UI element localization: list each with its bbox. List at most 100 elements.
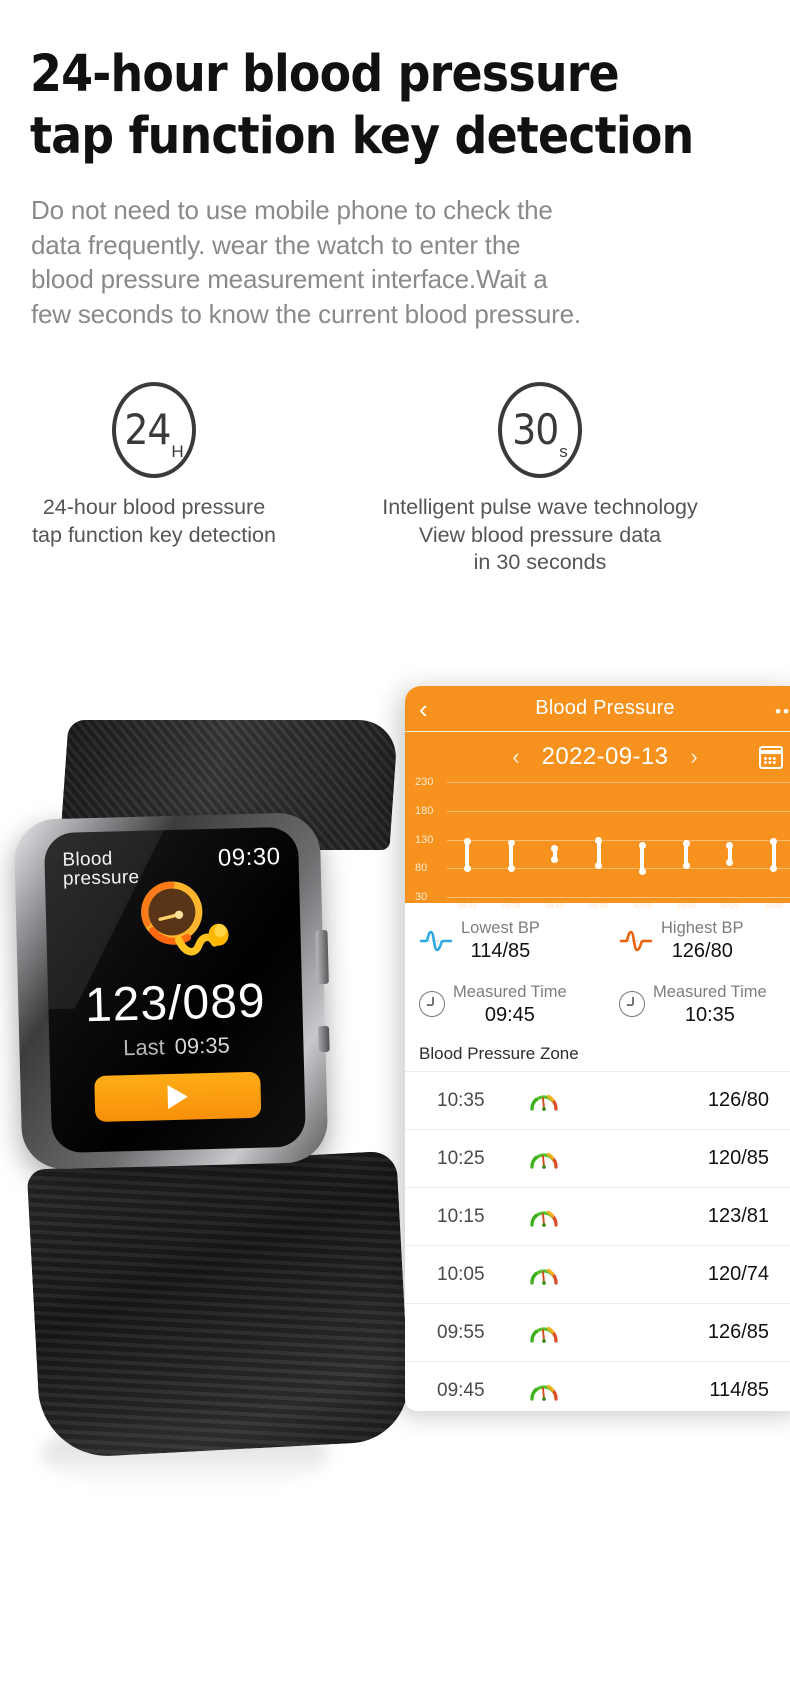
chart-bar[interactable] [638,841,646,876]
smartwatch-photo: Blood pressure 09:30 123/089 Last 09:35 [0,720,420,1490]
watch-reflection [40,1420,330,1490]
chart-x-tick-label: 09:25 [458,901,477,910]
bp-zone-time: 09:55 [437,1321,485,1343]
summary-value: 126/80 [671,940,733,963]
chart-bar[interactable] [551,845,559,863]
chart-x-tick-label: 10:35 [764,901,783,910]
selected-date: 2022-09-13 [541,743,669,770]
page-description: Do not need to use mobile phone to check… [31,193,731,331]
bp-zone-row[interactable]: 09:55 126/85 [405,1304,790,1363]
chart-bar[interactable] [682,840,690,869]
watch-screen-label: Blood pressure [62,848,139,890]
chart-bar[interactable] [770,838,778,873]
page-description-line-2: data frequently. wear the watch to enter… [31,229,521,260]
badge-number: 24 [124,405,171,454]
bp-zone-time: 10:25 [437,1147,485,1169]
chart-bar[interactable] [726,841,734,867]
feature-badges: 24 H 24-hour blood pressure tap function… [0,382,790,582]
chart-x-tick-label: 10:15 [676,901,696,910]
calendar-icon[interactable] [759,746,783,769]
bp-summary: Lowest BP 114/85 Highest BP 126/80 Measu… [405,903,790,1038]
bp-zone-value: 114/85 [709,1379,769,1402]
chart-bar[interactable] [595,837,603,869]
summary-cell-measured-time-highest: Measured Time 10:35 [605,973,790,1037]
chart-y-tick-label: 130 [415,833,434,846]
bp-gauge-icon [529,1322,559,1344]
summary-row-time: Measured Time 09:45 Measured Time 10:35 [405,973,790,1037]
app-header: ‹ Blood Pressure ••• [405,686,790,732]
bp-zone-row[interactable]: 10:25 120/85 [405,1130,790,1189]
watch-side-button[interactable] [317,1025,330,1053]
chart-gridline [447,868,790,870]
bp-chart-panel: ‹ 2022-09-13 › 230 180 130 80 30 09:25 09:35 09… [405,732,790,910]
bp-zone-time: 10:05 [437,1263,485,1285]
clock-icon [419,991,445,1018]
phone-app-screenshot: ‹ Blood Pressure ••• ‹ 2022-09-13 › 230 1… [405,686,790,1411]
badge-caption-line-1: Intelligent pulse wave technology [382,495,698,519]
watch-crown-button[interactable] [315,929,329,985]
chart-x-tick-label: 10:25 [720,901,740,910]
summary-cell-highest-bp: Highest BP 126/80 [605,909,790,973]
bp-range-chart[interactable]: 230 180 130 80 30 09:25 09:35 09:45 09:55 10:05 10… [409,776,790,910]
watch-last-measure: Last 09:35 [49,1031,304,1064]
watch-case: Blood pressure 09:30 123/089 Last 09:35 [13,812,330,1170]
chart-gridline [447,839,790,841]
bp-zone-value: 126/85 [707,1321,769,1344]
play-triangle-icon [167,1084,189,1110]
watch-bp-value: 123/089 [84,974,267,1033]
bp-zone-row[interactable]: 10:15 123/81 [405,1188,790,1247]
bp-zone-row[interactable]: 10:35 126/80 [405,1072,790,1131]
summary-label: Measured Time [653,982,767,1001]
chart-gridline [447,897,790,898]
badge-ellipse-icon: 24 H [112,382,196,478]
summary-value: 09:45 [484,1003,535,1026]
bp-zone-time: 10:35 [437,1089,485,1111]
chart-bar[interactable] [507,839,515,872]
bp-gauge-icon [529,1148,559,1170]
chart-x-tick-label: 09:35 [501,901,521,910]
watch-strap-bottom [26,1150,412,1460]
pulse-wave-icon-blue [419,930,453,952]
bp-zone-value: 126/80 [707,1089,769,1112]
page-title: 24-hour blood pressure tap function key … [30,44,750,168]
badge-caption-line-2: tap function key detection [32,522,276,547]
bp-zone-row[interactable]: 10:05 120/74 [405,1246,790,1305]
date-prev-button[interactable]: ‹ [512,744,519,770]
chart-x-tick-label: 10:05 [633,901,652,910]
app-title: Blood Pressure [535,697,675,719]
badge-caption: 24-hour blood pressure tap function key … [0,494,308,549]
summary-cell-measured-time-lowest: Measured Time 09:45 [405,973,605,1037]
bp-zone-time: 10:15 [437,1205,485,1227]
page-description-line-3: blood pressure measurement interface.Wai… [31,264,548,295]
chart-y-tick-label: 180 [415,804,434,817]
feature-badge-30s: 30 s Intelligent pulse wave technology V… [330,382,750,577]
watch-screen: Blood pressure 09:30 123/089 Last 09:35 [43,826,307,1154]
more-options-icon[interactable]: ••• [775,702,790,722]
badge-unit: s [559,442,568,461]
chart-bar[interactable] [463,838,471,873]
bp-zone-value: 120/74 [707,1263,769,1286]
badge-unit: H [171,442,184,461]
product-scene: Blood pressure 09:30 123/089 Last 09:35 … [0,660,790,1490]
date-next-button[interactable]: › [690,744,697,770]
stethoscope-icon [131,876,243,971]
clock-icon [619,991,645,1018]
chart-y-tick-label: 30 [415,891,428,903]
badge-caption-line-3: in 30 seconds [473,550,607,575]
watch-start-measure-button[interactable] [94,1071,262,1123]
chart-gridline [447,810,790,812]
bp-gauge-icon [529,1380,559,1402]
bp-gauge-icon [529,1090,559,1112]
bp-zone-row[interactable]: 09:45 114/85 [405,1362,790,1411]
summary-cell-lowest-bp: Lowest BP 114/85 [405,909,605,973]
watch-last-label: Last [122,1034,166,1061]
pulse-wave-icon-orange [619,930,653,952]
page-description-line-1: Do not need to use mobile phone to check… [31,195,553,225]
chart-x-tick-label: 09:55 [589,901,608,910]
bp-zone-value: 123/81 [707,1205,769,1228]
feature-badge-24h: 24 H 24-hour blood pressure tap function… [0,382,308,549]
summary-label: Measured Time [453,982,567,1001]
bp-gauge-icon [529,1264,559,1286]
chart-x-tick-label: 09:45 [545,901,565,910]
badge-caption-line-2: View blood pressure data [418,522,662,547]
